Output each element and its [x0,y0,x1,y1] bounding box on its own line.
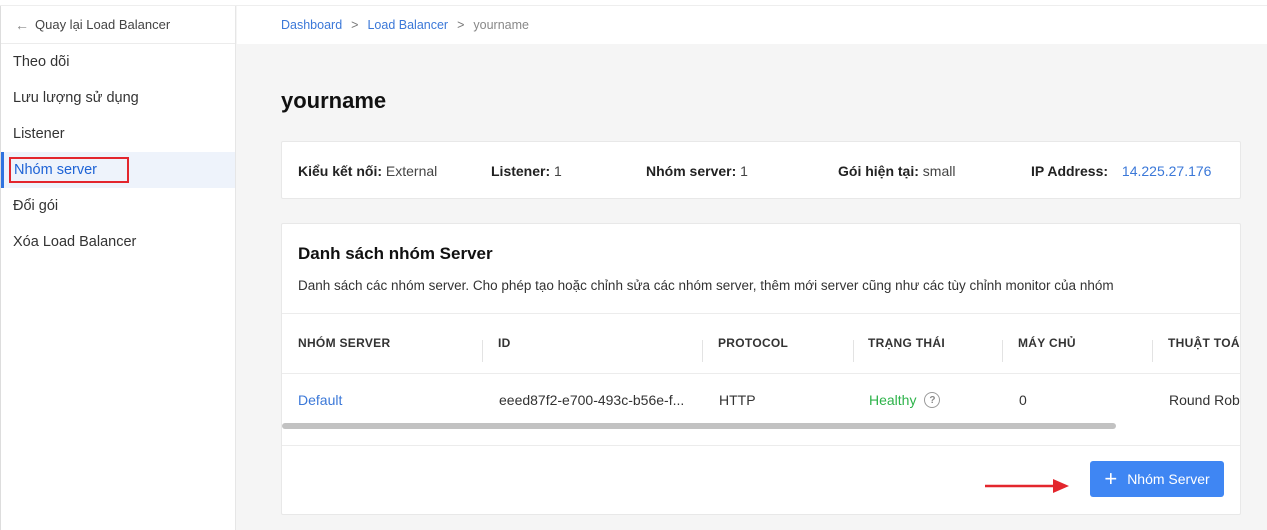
sidebar-item-traffic[interactable]: Lưu lượng sử dụng [1,80,235,116]
column-header: TRẠNG THÁI [868,336,945,350]
sidebar-item-label: Lưu lượng sử dụng [13,90,139,106]
server-group-id: eeed87f2-e700-493c-b56e-f... [499,392,685,408]
add-server-group-button[interactable]: + Nhóm Server [1090,461,1224,497]
sidebar: ← Quay lại Load Balancer Theo dõi Lưu lư… [0,6,236,530]
sidebar-item-monitor[interactable]: Theo dõi [1,44,235,80]
info-card: Kiểu kết nối: External Listener: 1 Nhóm … [281,141,1241,199]
connection-type: Kiểu kết nối: External [298,163,437,179]
breadcrumb-dashboard[interactable]: Dashboard [281,18,342,32]
sidebar-item-label: Đổi gói [13,198,59,214]
page-title: yourname [281,88,387,113]
sidebar-item-label: Xóa Load Balancer [13,234,137,250]
breadcrumb-current: yourname [473,18,529,32]
ip-address-label: IP Address: [1031,163,1109,179]
section-title: Danh sách nhóm Server [298,244,493,263]
annotation-arrow-icon [985,479,1069,493]
table-row: Default eeed87f2-e700-493c-b56e-f... HTT… [282,373,1240,425]
column-divider [1152,340,1153,362]
server-group-table: NHÓM SERVER ID PROTOCOL TRẠNG THÁI MÁY C… [282,313,1241,427]
breadcrumb-load-balancer[interactable]: Load Balancer [367,18,448,32]
column-divider [1002,340,1003,362]
listener-count-value: 1 [554,163,562,179]
server-group-count-label: Nhóm server: [646,163,737,179]
server-group-list-card: Danh sách nhóm Server Danh sách các nhóm… [281,223,1241,515]
connection-type-value: External [385,163,438,179]
sidebar-item-server-group[interactable]: Nhóm server [1,152,235,188]
arrow-left-icon: ← [15,16,29,33]
sidebar-item-label: Nhóm server [14,162,97,178]
column-header: NHÓM SERVER [298,336,391,350]
connection-type-label: Kiểu kết nối: [298,163,383,179]
column-header: MÁY CHỦ [1018,336,1076,350]
breadcrumb: Dashboard > Load Balancer > yourname [237,6,1267,44]
sidebar-item-delete-load-balancer[interactable]: Xóa Load Balancer [1,224,235,260]
column-header: THUẬT TOÁN [1168,336,1241,350]
divider [282,445,1240,446]
sidebar-item-listener[interactable]: Listener [1,116,235,152]
current-plan-label: Gói hiện tại: [838,163,919,179]
ip-address-value: 14.225.27.176 [1121,163,1212,179]
current-plan-value: small [922,163,956,179]
back-to-load-balancer-link[interactable]: ← Quay lại Load Balancer [1,6,235,44]
column-divider [482,340,483,362]
server-group-status: Healthy ? [869,392,941,408]
section-description: Danh sách các nhóm server. Cho phép tạo … [298,278,1114,293]
question-icon[interactable]: ? [924,392,941,408]
ip-address: IP Address: 14.225.27.176 [1031,163,1211,179]
table-header: NHÓM SERVER ID PROTOCOL TRẠNG THÁI MÁY C… [282,314,1241,372]
sidebar-item-label: Theo dõi [13,54,70,70]
status-text: Healthy [869,392,917,408]
column-divider [702,340,703,362]
breadcrumb-separator: > [457,18,465,32]
highlight-box: Nhóm server [9,157,129,183]
horizontal-scrollbar[interactable] [282,423,1116,429]
listener-count: Listener: 1 [491,163,562,179]
column-header: ID [498,336,511,350]
server-group-name-link[interactable]: Default [298,392,342,408]
main-content: Dashboard > Load Balancer > yourname you… [237,6,1267,530]
current-plan: Gói hiện tại: small [838,163,955,179]
add-button-label: Nhóm Server [1127,471,1210,487]
server-group-count: Nhóm server: 1 [646,163,748,179]
algorithm: Round Robin [1169,392,1240,408]
server-count: 0 [1019,392,1027,408]
listener-count-label: Listener: [491,163,551,179]
sidebar-menu: Theo dõi Lưu lượng sử dụng Listener Nhóm… [1,44,235,260]
sidebar-item-label: Listener [13,126,65,142]
plus-icon: + [1104,466,1118,491]
sidebar-item-change-plan[interactable]: Đổi gói [1,188,235,224]
server-group-count-value: 1 [740,163,748,179]
column-header: PROTOCOL [718,336,789,350]
breadcrumb-separator: > [351,18,359,32]
column-divider [853,340,854,362]
back-link-label: Quay lại Load Balancer [35,17,171,32]
server-group-protocol: HTTP [719,392,756,408]
